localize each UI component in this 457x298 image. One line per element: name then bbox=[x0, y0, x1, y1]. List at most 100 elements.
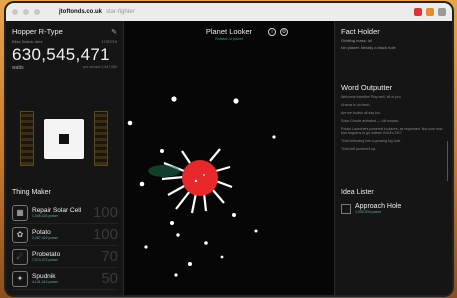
word-outputter-title: Word Outputter bbox=[341, 83, 393, 92]
spike bbox=[211, 188, 225, 204]
info-panel: Fact Holder Orbiting mass: lol Ion plane… bbox=[334, 21, 452, 295]
log-line: Torch trillowing into a growing fog hole… bbox=[341, 139, 402, 143]
thing-item[interactable]: ▦ Repair Solar Cell 1,045,424 power 100 bbox=[12, 202, 118, 224]
spike bbox=[215, 165, 231, 173]
thing-item[interactable]: ☄ Probetato 7,074,472 power 70 bbox=[12, 246, 118, 268]
spike bbox=[209, 148, 221, 162]
log-line: Welcome traveller! Play well, all of you… bbox=[341, 95, 402, 99]
game-layout: Hopper R-Type ✎ Bliss Status: dies 17/07… bbox=[6, 21, 452, 295]
log-line: Are we foolish all day too. bbox=[341, 111, 381, 115]
thing-name: Probetato bbox=[32, 251, 61, 258]
orbit-dot bbox=[204, 241, 208, 245]
power-unit: watts bbox=[12, 65, 24, 71]
planet-speck bbox=[194, 179, 198, 183]
planet[interactable] bbox=[182, 160, 218, 196]
info-icon[interactable]: i bbox=[268, 28, 276, 36]
thing-cost: 7,074,472 power bbox=[32, 258, 59, 262]
thing-item[interactable]: ✦ Spudnik 4,141,414 power 50 bbox=[12, 268, 118, 290]
status-label: Bliss Status: dies bbox=[12, 39, 43, 44]
status-value: 17/07/19 bbox=[101, 39, 117, 44]
ship-body[interactable] bbox=[44, 119, 84, 159]
window-control-maximize[interactable] bbox=[34, 9, 40, 15]
menu-icon[interactable] bbox=[438, 8, 446, 16]
orbit-dot bbox=[176, 233, 180, 237]
spike bbox=[175, 190, 191, 210]
url-path: star-fighter bbox=[106, 9, 135, 15]
idea-cost: 1,000,000 power bbox=[355, 210, 382, 214]
orbit-dot bbox=[174, 273, 178, 277]
thing-item[interactable]: ✿ Potato 2,267,422 power 100 bbox=[12, 224, 118, 246]
planet-scene[interactable] bbox=[124, 21, 334, 295]
planet-looker-subtitle: Rotation of planet bbox=[215, 37, 243, 41]
right-thruster bbox=[94, 111, 108, 166]
orbit-dot bbox=[188, 262, 192, 266]
ship-title: Hopper R-Type bbox=[12, 27, 63, 36]
address-bar[interactable]: jtoftonds.co.uk star-fighter bbox=[59, 9, 135, 15]
planet-glow bbox=[148, 165, 180, 177]
thing-cost: 4,141,414 power bbox=[32, 280, 59, 284]
thing-count: 100 bbox=[92, 226, 118, 243]
thing-count: 50 bbox=[101, 270, 118, 287]
window-control-minimize[interactable] bbox=[23, 9, 29, 15]
orbit-dot bbox=[170, 221, 174, 225]
idea-name: Approach Hole bbox=[355, 203, 402, 210]
idea-item[interactable]: Approach Hole 1,000,000 power bbox=[341, 203, 445, 214]
extension-icon[interactable] bbox=[414, 8, 422, 16]
spike bbox=[161, 175, 185, 181]
thing-name: Spudnik bbox=[32, 273, 56, 280]
idea-icon bbox=[341, 203, 351, 214]
browser-toolbar: jtoftonds.co.uk star-fighter bbox=[6, 3, 452, 21]
idea-lister-title: Idea Lister bbox=[341, 189, 374, 196]
thing-cost: 1,045,424 power bbox=[32, 214, 59, 218]
thing-count: 70 bbox=[101, 248, 118, 265]
orbit-dot bbox=[254, 229, 258, 233]
thing-count: 100 bbox=[92, 204, 118, 221]
planet-speck bbox=[203, 174, 205, 176]
thing-maker-title: Thing Maker bbox=[12, 189, 51, 196]
log-line: Torch left pushed it up. bbox=[341, 147, 377, 151]
spike bbox=[181, 150, 191, 164]
solar-cell-icon: ▦ bbox=[12, 204, 28, 221]
spike bbox=[167, 184, 187, 196]
orbit-dot bbox=[160, 149, 164, 153]
scrollbar[interactable] bbox=[447, 141, 448, 181]
url-host: jtoftonds.co.uk bbox=[59, 9, 102, 15]
log-line: Uranus is un-fresh. bbox=[341, 103, 371, 107]
app-screen: jtoftonds.co.uk star-fighter Hopper R-Ty… bbox=[6, 3, 452, 295]
orbit-dot bbox=[220, 255, 224, 259]
thing-name: Potato bbox=[32, 229, 51, 236]
planet-panel: Planet Looker Rotation of planet i ⚙ bbox=[124, 21, 334, 295]
log-line: Solar Cloude activated — full mosaic. bbox=[341, 119, 400, 123]
window-control-close[interactable] bbox=[12, 9, 18, 15]
spudnik-icon: ✦ bbox=[12, 270, 28, 287]
power-counter: 630,545,471 bbox=[12, 45, 110, 64]
left-thruster bbox=[20, 111, 34, 166]
power-rate: per second 1,647,080 bbox=[83, 65, 117, 69]
ship-panel: Hopper R-Type ✎ Bliss Status: dies 17/07… bbox=[6, 21, 124, 295]
gear-icon[interactable]: ⚙ bbox=[280, 28, 288, 36]
orbit-dot bbox=[139, 181, 145, 187]
ship-view bbox=[12, 101, 116, 181]
probetato-icon: ☄ bbox=[12, 248, 28, 265]
orbit-dot bbox=[171, 96, 177, 102]
orbit-dot bbox=[144, 245, 148, 249]
orbit-dot bbox=[127, 120, 133, 126]
spike bbox=[190, 192, 198, 214]
word-output-log: Welcome traveller! Play well, all of you… bbox=[341, 95, 445, 155]
fact-line: Ion planet: literally a black hole bbox=[341, 45, 396, 50]
thing-list: ▦ Repair Solar Cell 1,045,424 power 100 … bbox=[12, 202, 118, 290]
orbit-dot bbox=[232, 213, 236, 217]
orbit-dot bbox=[272, 135, 276, 139]
ship-core bbox=[59, 134, 69, 144]
spike bbox=[202, 192, 208, 212]
thing-cost: 2,267,422 power bbox=[32, 236, 59, 240]
fact-holder-title: Fact Holder bbox=[341, 27, 380, 36]
spike bbox=[215, 179, 233, 189]
planet-looker-title: Planet Looker bbox=[205, 27, 253, 36]
potato-icon: ✿ bbox=[12, 226, 28, 243]
pencil-icon[interactable]: ✎ bbox=[111, 28, 117, 36]
extension-icon[interactable] bbox=[426, 8, 434, 16]
log-line: Potato Launchers powered in places, as r… bbox=[341, 127, 443, 135]
fact-line: Orbiting mass: lol bbox=[341, 38, 372, 43]
orbit-dot bbox=[233, 98, 239, 104]
